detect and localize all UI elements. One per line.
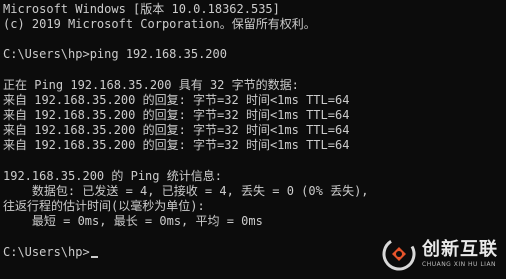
rtt-values-line: 最短 = 0ms, 最长 = 0ms, 平均 = 0ms xyxy=(3,214,263,228)
console-window[interactable]: Microsoft Windows [版本 10.0.18362.535] (c… xyxy=(0,0,506,279)
reply-line-1: 来自 192.168.35.200 的回复: 字节=32 时间<1ms TTL=… xyxy=(3,93,350,107)
stats-packets-line: 数据包: 已发送 = 4, 已接收 = 4, 丢失 = 0 (0% 丢失), xyxy=(3,184,369,198)
command-line: C:\Users\hp>ping 192.168.35.200 xyxy=(3,47,227,61)
watermark-name: 创新互联 xyxy=(422,238,498,260)
stats-header-line: 192.168.35.200 的 Ping 统计信息: xyxy=(3,169,222,183)
brand-logo-icon xyxy=(382,237,416,271)
header-line-1: Microsoft Windows [版本 10.0.18362.535] xyxy=(3,2,280,16)
reply-line-4: 来自 192.168.35.200 的回复: 字节=32 时间<1ms TTL=… xyxy=(3,138,350,152)
watermark: 创新互联 CHUANG XIN HU LIAN xyxy=(382,237,498,271)
reply-line-2: 来自 192.168.35.200 的回复: 字节=32 时间<1ms TTL=… xyxy=(3,108,350,122)
text-cursor xyxy=(90,256,98,258)
rtt-header-line: 往返行程的估计时间(以毫秒为单位): xyxy=(3,199,205,213)
prompt-line[interactable]: C:\Users\hp> xyxy=(3,245,98,260)
prompt-text: C:\Users\hp> xyxy=(3,245,90,259)
ping-start-line: 正在 Ping 192.168.35.200 具有 32 字节的数据: xyxy=(3,78,299,92)
watermark-pinyin: CHUANG XIN HU LIAN xyxy=(422,260,497,268)
reply-line-3: 来自 192.168.35.200 的回复: 字节=32 时间<1ms TTL=… xyxy=(3,123,350,137)
header-line-2: (c) 2019 Microsoft Corporation。保留所有权利。 xyxy=(3,17,316,31)
